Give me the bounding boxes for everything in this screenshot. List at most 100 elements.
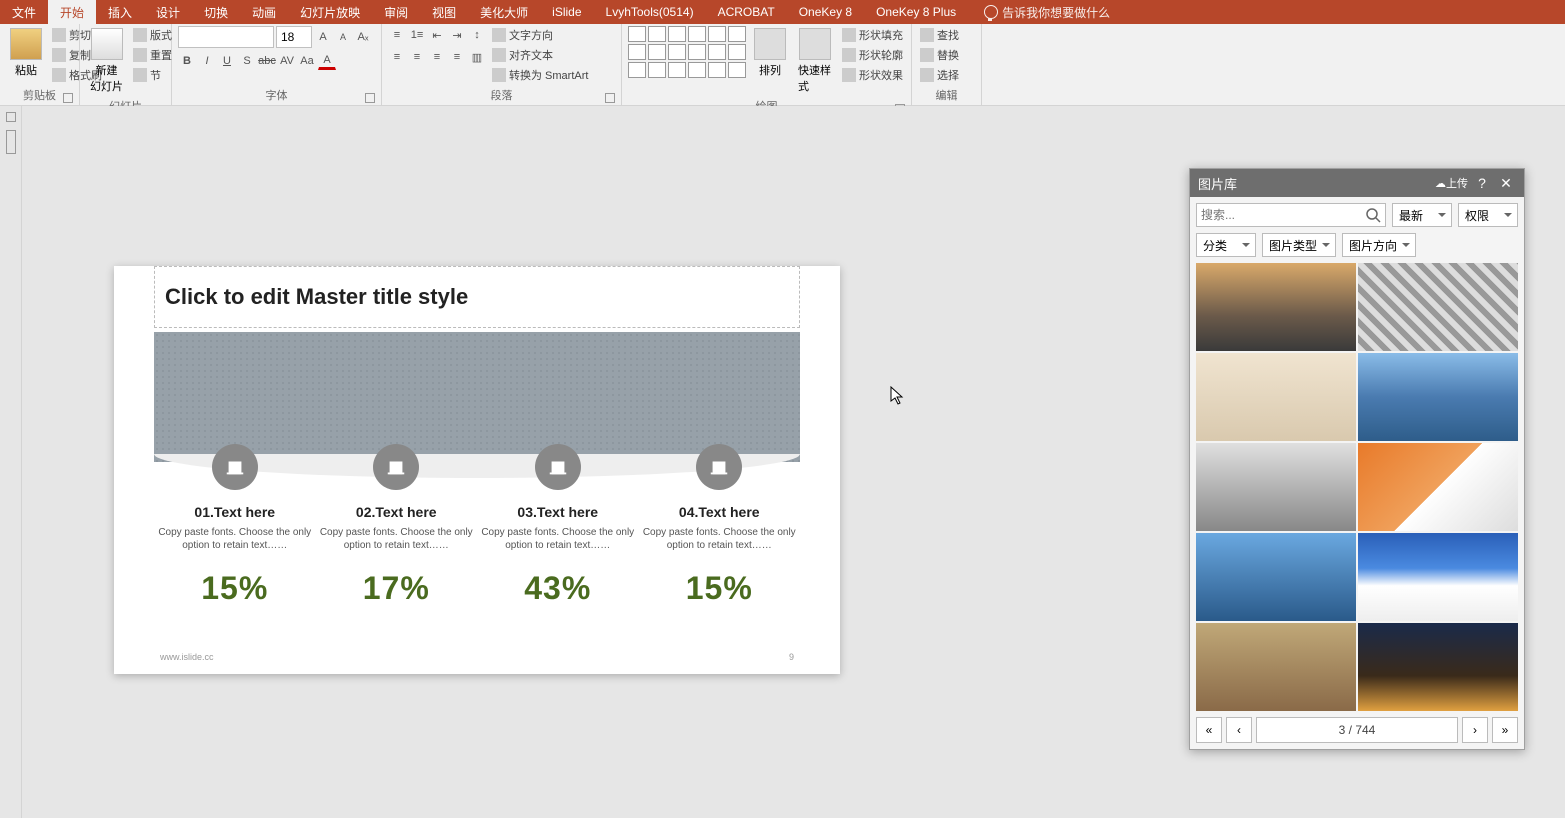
text-direction-button[interactable]: 文字方向	[490, 26, 590, 44]
image-thumb[interactable]	[1196, 443, 1356, 531]
shape-icon[interactable]	[728, 62, 746, 78]
slide-canvas[interactable]: Click to edit Master title style 01.Text…	[22, 106, 1565, 818]
tab-insert[interactable]: 插入	[96, 0, 144, 24]
title-placeholder[interactable]: Click to edit Master title style	[154, 266, 800, 328]
tab-onekey8plus[interactable]: OneKey 8 Plus	[864, 0, 968, 24]
line-spacing-button[interactable]: ↕	[468, 26, 486, 44]
indent-inc-button[interactable]: ⇥	[448, 26, 466, 44]
bold-button[interactable]: B	[178, 52, 196, 70]
image-thumb[interactable]	[1358, 533, 1518, 621]
image-thumb[interactable]	[1196, 263, 1356, 351]
image-thumb[interactable]	[1196, 623, 1356, 711]
font-family-input[interactable]	[178, 26, 274, 48]
launcher-icon[interactable]	[605, 93, 615, 103]
prev-page-button[interactable]: ‹	[1226, 717, 1252, 743]
align-text-button[interactable]: 对齐文本	[490, 46, 590, 64]
align-left-button[interactable]: ≡	[388, 48, 406, 66]
replace-button[interactable]: 替换	[918, 46, 961, 64]
panel-header[interactable]: 图片库 ☁ 上传 ? ✕	[1190, 169, 1524, 197]
shape-icon[interactable]	[648, 26, 666, 42]
underline-button[interactable]: U	[218, 52, 236, 70]
launcher-icon[interactable]	[63, 93, 73, 103]
case-button[interactable]: Aa	[298, 52, 316, 70]
image-thumb[interactable]	[1196, 353, 1356, 441]
search-input[interactable]	[1196, 203, 1386, 227]
shape-icon[interactable]	[628, 62, 646, 78]
col-1[interactable]: 01.Text here Copy paste fonts. Choose th…	[155, 444, 315, 607]
shape-icon[interactable]	[648, 44, 666, 60]
shape-icon[interactable]	[708, 62, 726, 78]
image-thumb[interactable]	[1358, 353, 1518, 441]
indent-dec-button[interactable]: ⇤	[428, 26, 446, 44]
orientation-dropdown[interactable]: 图片方向	[1342, 233, 1416, 257]
close-button[interactable]: ✕	[1496, 173, 1516, 193]
tab-transition[interactable]: 切换	[192, 0, 240, 24]
columns-button[interactable]: ▥	[468, 48, 486, 66]
tab-animation[interactable]: 动画	[240, 0, 288, 24]
select-button[interactable]: 选择	[918, 66, 961, 84]
tab-beautify[interactable]: 美化大师	[468, 0, 540, 24]
collapsed-thumbnails-rail[interactable]	[0, 106, 22, 818]
paste-button[interactable]: 粘贴	[6, 26, 46, 80]
shape-icon[interactable]	[708, 26, 726, 42]
font-color-button[interactable]: A	[318, 52, 336, 70]
clear-format-button[interactable]: Aₓ	[354, 28, 372, 46]
upload-button[interactable]: ☁ 上传	[1435, 173, 1468, 193]
search-field[interactable]	[1201, 208, 1365, 222]
tell-me[interactable]: 告诉我你想要做什么	[984, 4, 1110, 21]
tab-view[interactable]: 视图	[420, 0, 468, 24]
image-thumb[interactable]	[1358, 263, 1518, 351]
tab-acrobat[interactable]: ACROBAT	[706, 0, 787, 24]
grow-font-button[interactable]: A	[314, 28, 332, 46]
first-page-button[interactable]: «	[1196, 717, 1222, 743]
tab-review[interactable]: 审阅	[372, 0, 420, 24]
tab-onekey8[interactable]: OneKey 8	[787, 0, 864, 24]
shape-icon[interactable]	[628, 44, 646, 60]
shape-fill-button[interactable]: 形状填充	[840, 26, 905, 44]
align-right-button[interactable]: ≡	[428, 48, 446, 66]
image-type-dropdown[interactable]: 图片类型	[1262, 233, 1336, 257]
arrange-button[interactable]: 排列	[750, 26, 790, 80]
smartart-button[interactable]: 转换为 SmartArt	[490, 66, 590, 84]
col-3[interactable]: 03.Text here Copy paste fonts. Choose th…	[478, 444, 638, 607]
section-button[interactable]: 节	[131, 66, 174, 84]
sort-dropdown[interactable]: 最新	[1392, 203, 1452, 227]
shadow-button[interactable]: S	[238, 52, 256, 70]
reset-button[interactable]: 重置	[131, 46, 174, 64]
shape-icon[interactable]	[708, 44, 726, 60]
numbering-button[interactable]: 1≡	[408, 26, 426, 44]
shape-icon[interactable]	[688, 62, 706, 78]
image-thumb[interactable]	[1358, 623, 1518, 711]
tab-home[interactable]: 开始	[48, 0, 96, 24]
shape-icon[interactable]	[728, 44, 746, 60]
shape-effect-button[interactable]: 形状效果	[840, 66, 905, 84]
col-2[interactable]: 02.Text here Copy paste fonts. Choose th…	[316, 444, 476, 607]
tab-lvyh[interactable]: LvyhTools(0514)	[594, 0, 706, 24]
shape-icon[interactable]	[668, 62, 686, 78]
shape-icon[interactable]	[668, 26, 686, 42]
help-button[interactable]: ?	[1472, 173, 1492, 193]
bullets-button[interactable]: ≡	[388, 26, 406, 44]
shape-icon[interactable]	[728, 26, 746, 42]
tab-slideshow[interactable]: 幻灯片放映	[288, 0, 372, 24]
tab-file[interactable]: 文件	[0, 0, 48, 24]
strike-button[interactable]: abc	[258, 52, 276, 70]
italic-button[interactable]: I	[198, 52, 216, 70]
justify-button[interactable]: ≡	[448, 48, 466, 66]
shape-icon[interactable]	[668, 44, 686, 60]
shape-icon[interactable]	[688, 44, 706, 60]
image-thumb[interactable]	[1196, 533, 1356, 621]
find-button[interactable]: 查找	[918, 26, 961, 44]
permission-dropdown[interactable]: 权限	[1458, 203, 1518, 227]
tab-islide[interactable]: iSlide	[540, 0, 593, 24]
image-thumb[interactable]	[1358, 443, 1518, 531]
shape-icon[interactable]	[628, 26, 646, 42]
new-slide-button[interactable]: 新建 幻灯片	[86, 26, 127, 96]
layout-button[interactable]: 版式	[131, 26, 174, 44]
image-placeholder[interactable]	[154, 332, 800, 462]
quick-style-button[interactable]: 快速样式	[794, 26, 836, 96]
last-page-button[interactable]: »	[1492, 717, 1518, 743]
shape-icon[interactable]	[648, 62, 666, 78]
launcher-icon[interactable]	[365, 93, 375, 103]
shapes-gallery[interactable]	[628, 26, 746, 78]
